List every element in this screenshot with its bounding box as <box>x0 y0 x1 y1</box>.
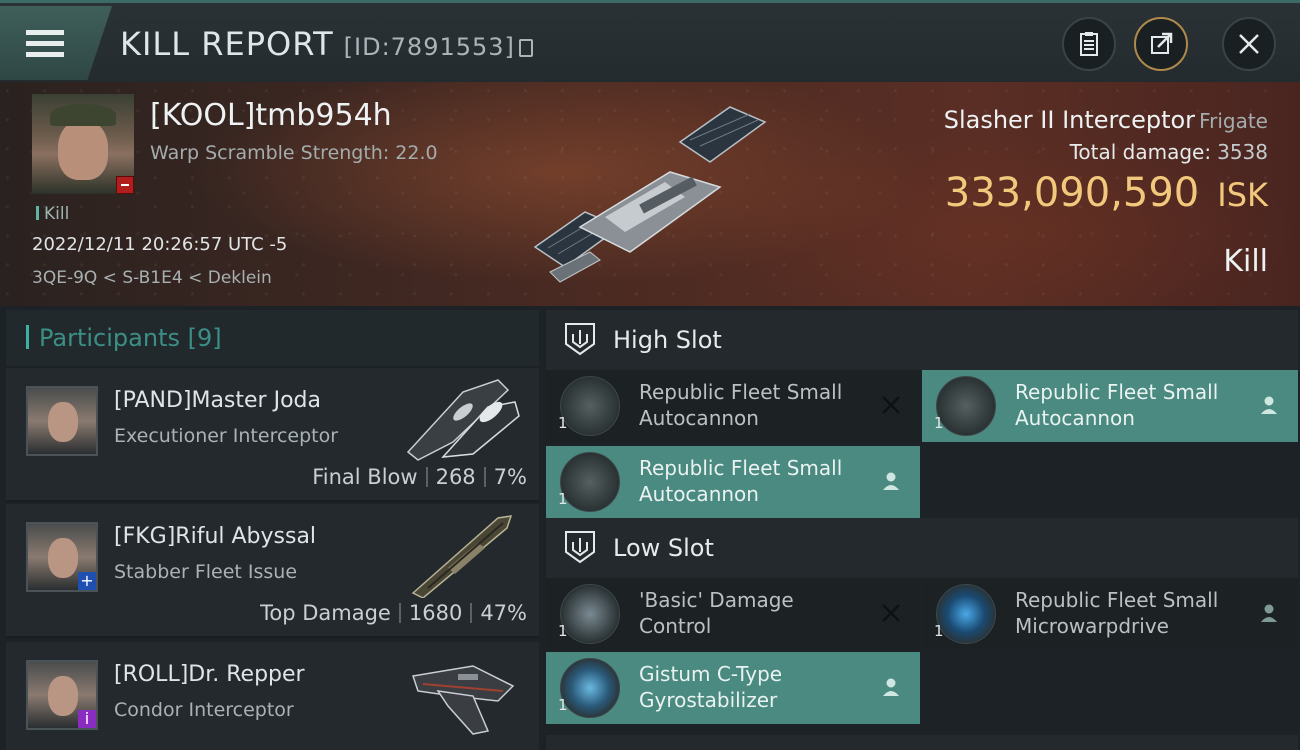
module-name: Republic Fleet Small Autocannon <box>639 456 843 506</box>
module-item[interactable]: 1 Republic Fleet Small Autocannon <box>546 370 920 442</box>
module-item[interactable]: 1 Republic Fleet Small Autocannon <box>922 370 1298 442</box>
menu-icon <box>26 30 64 60</box>
participant-percent: 47% <box>480 601 527 625</box>
module-quantity: 1 <box>558 696 568 714</box>
victim-panel: [KOOL]tmb954h Warp Scramble Strength: 22… <box>0 82 1300 306</box>
share-icon <box>1151 32 1173 54</box>
module-name: Republic Fleet Small Autocannon <box>1015 380 1219 430</box>
x-icon <box>882 604 900 622</box>
module-item[interactable]: 1 Republic Fleet Small Autocannon <box>546 446 920 518</box>
close-icon <box>1239 34 1259 54</box>
module-item[interactable]: 1 Gistum C-Type Gyrostabilizer <box>546 652 920 724</box>
module-name: 'Basic' Damage Control <box>639 588 794 638</box>
participant-portrait[interactable]: i <box>26 660 98 730</box>
damage-control-icon <box>560 584 620 644</box>
victim-name[interactable]: [KOOL]tmb954h <box>150 98 392 133</box>
participant-stats: Final Blow 268 7% <box>312 465 527 489</box>
isk-unit: ISK <box>1217 176 1268 214</box>
page-title-text: KILL REPORT <box>120 25 334 63</box>
participant-ship: Executioner Interceptor <box>114 425 339 447</box>
kill-datetime: 2022/12/11 20:26:57 UTC -5 <box>32 234 288 255</box>
high-slot-header: High Slot <box>546 310 1298 370</box>
module-quantity: 1 <box>558 414 568 432</box>
autocannon-icon <box>560 452 620 512</box>
victim-ship-image[interactable] <box>520 102 790 292</box>
participant-ship: Stabber Fleet Issue <box>114 561 298 583</box>
module-quantity: 1 <box>558 490 568 508</box>
total-damage: Total damage: 3538 <box>1070 140 1268 164</box>
participants-count: [9] <box>187 324 222 352</box>
autocannon-icon <box>936 376 996 436</box>
participant-card[interactable]: + [FKG]Riful Abyssal Stabber Fleet Issue… <box>6 504 539 638</box>
participants-header: Participants [9] <box>6 310 539 366</box>
next-slot-header <box>546 735 1298 750</box>
participant-role: Final Blow <box>312 465 418 489</box>
module-name: Republic Fleet Small Microwarpdrive <box>1015 588 1219 638</box>
participant-role: Top Damage <box>260 601 391 625</box>
participant-damage: 1680 <box>408 601 463 625</box>
x-icon <box>882 396 900 414</box>
person-icon <box>1261 604 1277 622</box>
participant-portrait[interactable] <box>26 386 98 456</box>
participant-portrait[interactable]: + <box>26 522 98 592</box>
slot-shield-icon <box>565 323 595 356</box>
report-type: Kill <box>1223 244 1268 279</box>
module-quantity: 1 <box>558 622 568 640</box>
total-damage-label: Total damage: <box>1069 140 1212 164</box>
person-icon <box>883 678 899 696</box>
participant-ship: Condor Interceptor <box>114 699 294 721</box>
participant-name: [PAND]Master Joda <box>114 388 321 413</box>
report-id: [ID:7891553] <box>343 33 515 61</box>
isk-value: 333,090,590 ISK <box>945 170 1268 216</box>
copy-icon[interactable] <box>518 39 533 57</box>
person-icon <box>1261 396 1277 414</box>
kill-tag: Kill <box>36 204 69 224</box>
share-button[interactable] <box>1134 17 1188 71</box>
person-icon <box>883 472 899 490</box>
module-item[interactable]: 1 Republic Fleet Small Microwarpdrive <box>922 578 1298 650</box>
participant-percent: 7% <box>493 465 527 489</box>
kill-location[interactable]: 3QE-9Q < S-B1E4 < Deklein <box>32 268 272 288</box>
gyrostabilizer-icon <box>560 658 620 718</box>
participant-stats: Top Damage 1680 47% <box>260 601 527 625</box>
participant-damage: 268 <box>435 465 476 489</box>
module-quantity: 1 <box>934 414 944 432</box>
participant-name: [FKG]Riful Abyssal <box>114 524 317 549</box>
participant-card[interactable]: i [ROLL]Dr. Repper Condor Interceptor <box>6 642 539 750</box>
page-title: KILL REPORT [ID:7891553] <box>120 25 533 63</box>
victim-ship-class: Frigate <box>1199 109 1268 133</box>
high-slot-label: High Slot <box>613 326 722 354</box>
close-button[interactable] <box>1222 17 1276 71</box>
kill-tag-text: Kill <box>44 204 70 224</box>
low-slot-label: Low Slot <box>613 534 714 562</box>
header-bar: KILL REPORT [ID:7891553] <box>0 0 1300 82</box>
menu-button[interactable] <box>0 6 112 80</box>
microwarpdrive-icon <box>936 584 996 644</box>
slot-shield-icon <box>565 531 595 564</box>
report-button[interactable] <box>1062 17 1116 71</box>
module-quantity: 1 <box>934 622 944 640</box>
warp-scramble-strength: Warp Scramble Strength: 22.0 <box>150 142 438 164</box>
autocannon-icon <box>560 376 620 436</box>
standing-minus-icon <box>116 176 134 194</box>
low-slot-header: Low Slot <box>546 518 1298 578</box>
corp-badge-icon: i <box>78 710 96 728</box>
module-name: Republic Fleet Small Autocannon <box>639 380 843 430</box>
participant-ship-image <box>411 515 513 598</box>
module-item[interactable]: 1 'Basic' Damage Control <box>546 578 920 650</box>
participant-name: [ROLL]Dr. Repper <box>114 662 305 687</box>
victim-ship-name: Slasher II Interceptor <box>943 106 1196 134</box>
isk-amount: 333,090,590 <box>944 170 1200 216</box>
clipboard-icon <box>1080 32 1098 56</box>
total-damage-value: 3538 <box>1217 140 1268 164</box>
participant-ship-image <box>406 379 520 461</box>
corp-badge-icon: + <box>78 572 96 590</box>
kill-report-screen: KILL REPORT [ID:7891553] [KOOL]tmb954h Wa… <box>0 0 1300 750</box>
participant-ship-image <box>412 665 515 735</box>
participant-card[interactable]: [PAND]Master Joda Executioner Intercepto… <box>6 368 539 502</box>
victim-ship[interactable]: Slasher II Interceptor Frigate <box>944 106 1268 134</box>
module-name: Gistum C-Type Gyrostabilizer <box>639 662 783 712</box>
participants-label: Participants <box>39 324 180 352</box>
